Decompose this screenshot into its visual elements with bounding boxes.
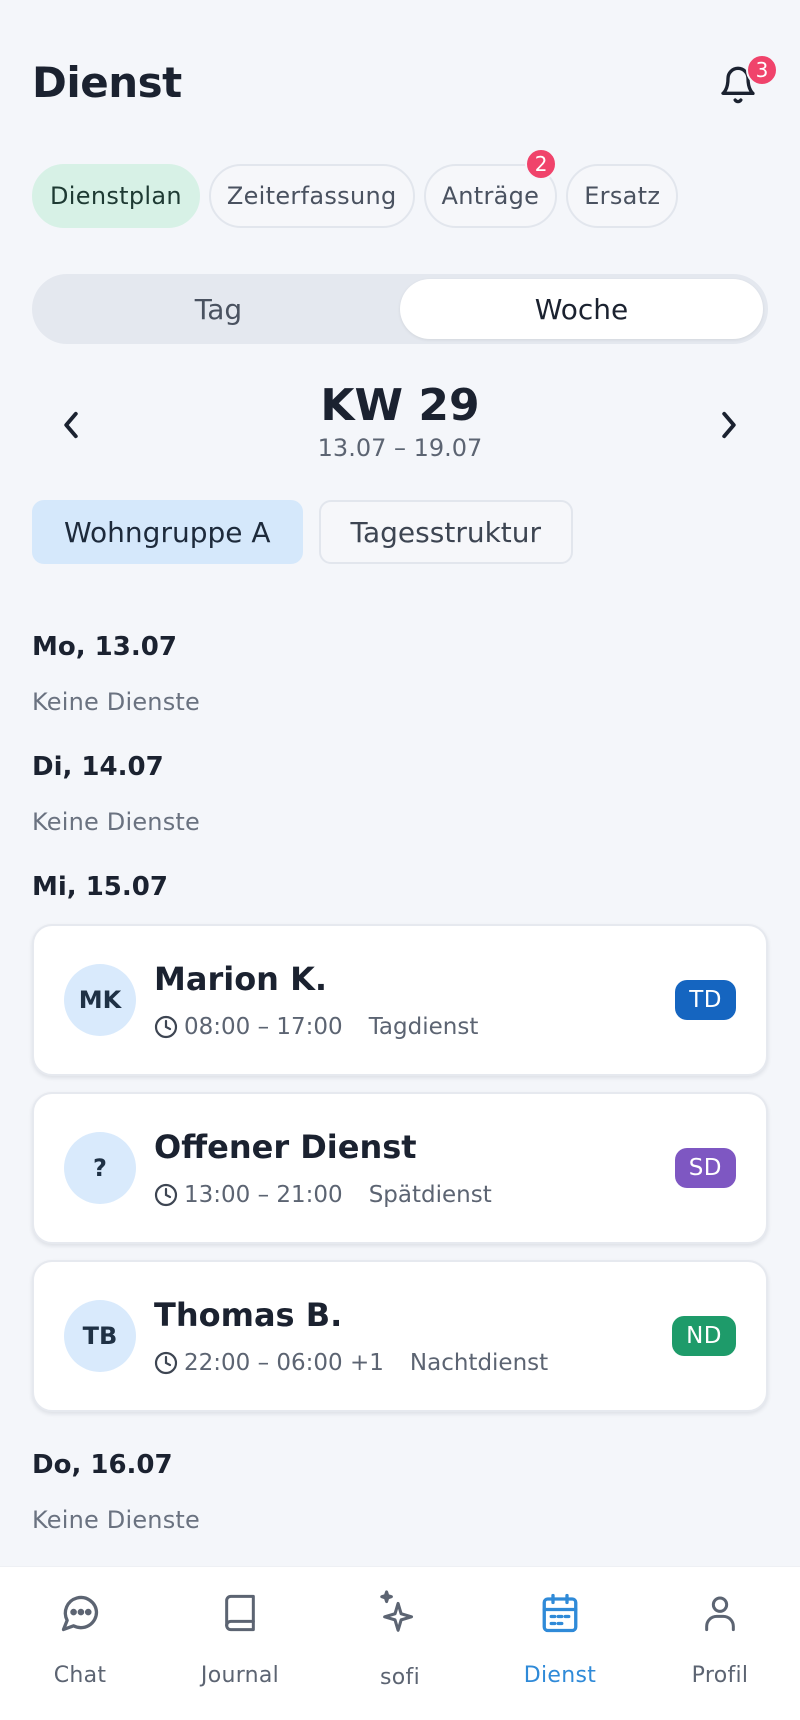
avatar: ? [64, 1132, 136, 1204]
shift-type: Spätdienst [368, 1182, 492, 1208]
chat-icon [56, 1589, 104, 1637]
shift-code-badge: ND [672, 1316, 736, 1356]
notifications-button[interactable]: 3 [708, 54, 778, 118]
book-icon [216, 1589, 264, 1637]
page-title: Dienst [32, 58, 182, 107]
avatar: TB [64, 1300, 136, 1372]
shift-assignee: Thomas B. [154, 1296, 343, 1334]
nav-profil[interactable]: Profil [640, 1567, 800, 1720]
empty-day-text: Keine Dienste [32, 688, 200, 716]
shift-code-badge: SD [674, 1148, 736, 1188]
shift-card[interactable]: ? Offener Dienst 13:00 – 21:00 Spätdiens… [32, 1092, 768, 1244]
empty-day-text: Keine Dienste [32, 808, 200, 836]
view-toggle: Tag Woche [32, 274, 768, 344]
clock-icon [154, 1351, 178, 1375]
nav-journal[interactable]: Journal [160, 1567, 320, 1720]
calendar-icon [536, 1589, 584, 1637]
week-range: 13.07 – 19.07 [317, 434, 483, 462]
shift-code-badge: TD [675, 980, 736, 1020]
group-tagesstruktur[interactable]: Tagesstruktur [318, 500, 574, 564]
bottom-navigation: Chat Journal sofi Dienst Profil [0, 1566, 800, 1720]
week-title: KW 29 [320, 380, 480, 431]
shift-meta: 13:00 – 21:00 Spätdienst [154, 1182, 492, 1208]
shift-type: Nachtdienst [409, 1350, 549, 1376]
person-icon [696, 1589, 744, 1637]
clock-icon [154, 1183, 178, 1207]
shift-assignee: Offener Dienst [154, 1128, 417, 1166]
tab-ersatz[interactable]: Ersatz [566, 164, 679, 228]
sparkle-icon [376, 1589, 424, 1637]
shift-meta: 22:00 – 06:00 +1 Nachtdienst [154, 1350, 548, 1376]
toggle-day[interactable]: Tag [37, 279, 400, 339]
nav-label: Profil [691, 1663, 749, 1688]
shift-assignee: Marion K. [154, 960, 328, 998]
shift-time: 22:00 – 06:00 +1 [184, 1350, 384, 1376]
empty-day-text: Keine Dienste [32, 1506, 200, 1534]
tab-zeiterfassung[interactable]: Zeiterfassung [208, 164, 415, 228]
shift-time: 13:00 – 21:00 [184, 1182, 343, 1208]
shift-time: 08:00 – 17:00 [184, 1014, 343, 1040]
shift-card[interactable]: MK Marion K. 08:00 – 17:00 Tagdienst TD [32, 924, 768, 1076]
next-week-button[interactable] [704, 400, 754, 450]
chevron-right-icon [722, 411, 736, 439]
shift-card[interactable]: TB Thomas B. 22:00 – 06:00 +1 Nachtdiens… [32, 1260, 768, 1412]
tab-dienstplan[interactable]: Dienstplan [32, 164, 200, 228]
day-heading: Di, 14.07 [32, 752, 164, 782]
avatar: MK [64, 964, 136, 1036]
nav-dienst[interactable]: Dienst [480, 1567, 640, 1720]
clock-icon [154, 1015, 178, 1039]
day-heading: Mi, 15.07 [32, 872, 168, 902]
notification-badge: 3 [746, 54, 778, 86]
header: Dienst 3 [32, 54, 778, 118]
nav-label: Dienst [523, 1663, 597, 1688]
nav-label: Chat [53, 1663, 107, 1688]
group-filter: Wohngruppe A Tagesstruktur [32, 500, 574, 564]
day-heading: Mo, 13.07 [32, 632, 177, 662]
day-heading: Do, 16.07 [32, 1450, 173, 1480]
nav-chat[interactable]: Chat [0, 1567, 160, 1720]
group-wohngruppe-a[interactable]: Wohngruppe A [32, 500, 303, 564]
nav-sofi[interactable]: sofi [320, 1567, 480, 1720]
nav-label: Journal [200, 1663, 280, 1688]
shift-type: Tagdienst [368, 1014, 479, 1040]
tab-antraege[interactable]: Anträge 2 [423, 148, 558, 228]
week-navigator: KW 29 13.07 – 19.07 [32, 380, 768, 480]
toggle-week[interactable]: Woche [400, 279, 763, 339]
section-tabs: Dienstplan Zeiterfassung Anträge 2 Ersat… [32, 148, 679, 228]
nav-label: sofi [380, 1665, 420, 1690]
antraege-badge: 2 [525, 148, 558, 180]
shift-meta: 08:00 – 17:00 Tagdienst [154, 1014, 478, 1040]
